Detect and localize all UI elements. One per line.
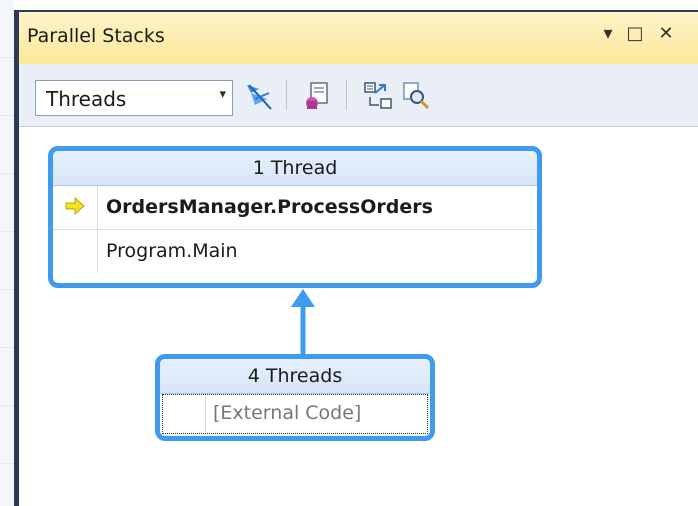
chevron-down-icon: ▾	[219, 87, 226, 102]
maximize-icon[interactable]: □	[624, 23, 646, 45]
window-menu-dropdown-icon[interactable]: ▾	[597, 23, 619, 45]
stack-node-4-threads[interactable]: 4 Threads [External Code]	[155, 354, 435, 441]
parallel-stacks-window: Parallel Stacks ▾ □ ✕ Threads ▾ 1 Thread…	[14, 10, 698, 506]
stack-frame-row[interactable]: OrdersManager.ProcessOrders	[53, 186, 537, 229]
frame-method-name: OrdersManager.ProcessOrders	[106, 196, 433, 218]
window-title: Parallel Stacks	[27, 25, 165, 47]
frame-method-name: [External Code]	[213, 402, 362, 424]
toggle-method-view-icon[interactable]	[301, 79, 335, 113]
stack-graph-canvas[interactable]: 1 Thread OrdersManager.ProcessOrders Pro…	[19, 127, 698, 506]
toolbar-separator	[346, 80, 347, 110]
stack-frame-row[interactable]: Program.Main	[53, 229, 537, 273]
title-bar: Parallel Stacks ▾ □ ✕	[19, 12, 698, 64]
flag-threads-icon[interactable]	[241, 79, 275, 113]
connector-arrow-icon	[291, 289, 315, 357]
frame-gutter	[53, 230, 98, 273]
selected-frame-row[interactable]: [External Code]	[162, 394, 428, 434]
current-frame-arrow-icon	[65, 197, 85, 215]
frame-gutter	[53, 186, 98, 229]
toolbar-separator	[286, 80, 287, 110]
frame-method-name: Program.Main	[106, 240, 238, 262]
node-header: 4 Threads	[160, 359, 430, 394]
toolbar: Threads ▾	[19, 64, 698, 127]
zoom-icon[interactable]	[399, 79, 433, 113]
view-select[interactable]: Threads ▾	[35, 80, 233, 116]
node-header: 1 Thread	[53, 151, 537, 186]
view-select-value: Threads	[46, 87, 127, 111]
show-external-code-icon[interactable]	[361, 79, 395, 113]
stack-node-1-thread[interactable]: 1 Thread OrdersManager.ProcessOrders Pro…	[48, 146, 542, 288]
frame-gutter	[163, 395, 206, 433]
close-icon[interactable]: ✕	[655, 23, 677, 45]
background-grid	[0, 0, 14, 506]
